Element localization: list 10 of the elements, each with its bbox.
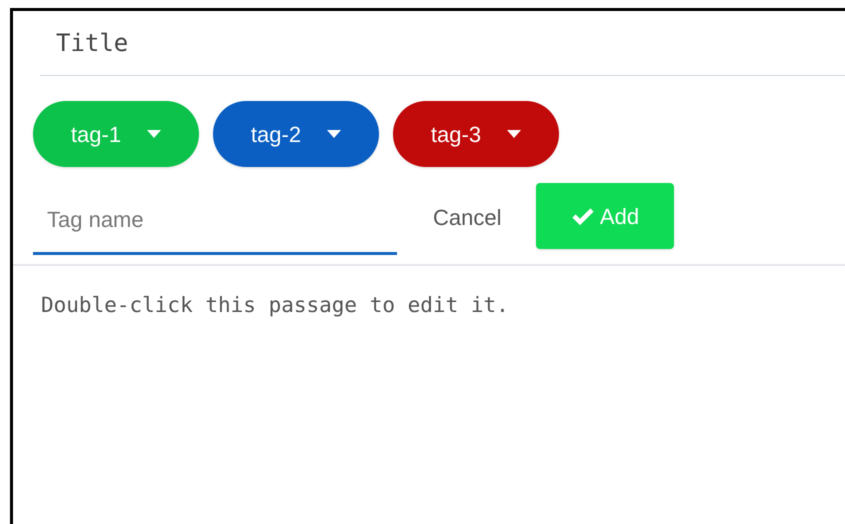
tag-chip[interactable]: tag-2 [213, 101, 379, 167]
caret-icon [507, 130, 522, 138]
cancel-button[interactable]: Cancel [421, 192, 514, 242]
caret-icon [147, 130, 162, 138]
check-icon [572, 207, 594, 225]
caret-icon [327, 130, 342, 138]
title: Title [56, 28, 128, 59]
tag-name-field[interactable]: Tag name [33, 185, 397, 255]
tag-chip[interactable]: tag-3 [393, 101, 559, 167]
passage-text: Double-click this passage to edit it. [41, 292, 510, 319]
